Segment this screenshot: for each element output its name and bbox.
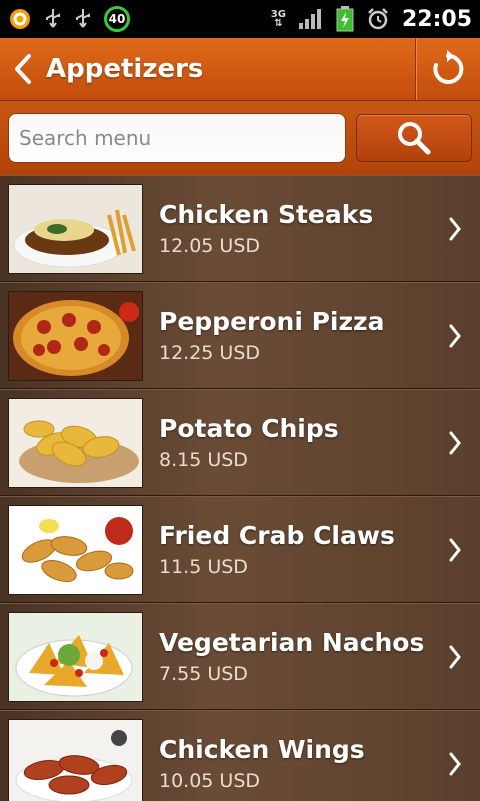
item-price: 12.25 USD: [159, 342, 384, 364]
page-title: Appetizers: [46, 54, 203, 84]
header-bar: Appetizers: [0, 38, 480, 101]
item-name: Chicken Steaks: [159, 200, 373, 229]
usb-icon: [44, 7, 62, 31]
chevron-right-icon: [448, 216, 462, 242]
potato-chips-photo: [8, 398, 143, 488]
search-icon: [396, 120, 432, 156]
fried-crab-claws-photo: [8, 505, 143, 595]
clock-time: 22:05: [402, 7, 472, 32]
battery-charging-icon: [336, 6, 354, 32]
status-bar: 40 3G⇅ 22:05: [0, 0, 480, 38]
chicken-wings-photo: [8, 719, 143, 801]
item-name: Pepperoni Pizza: [159, 307, 384, 336]
item-name: Fried Crab Claws: [159, 521, 395, 550]
back-button[interactable]: [0, 38, 46, 100]
usb-debug-icon: [74, 7, 92, 31]
search-input[interactable]: [8, 113, 346, 163]
alarm-clock-icon: [366, 7, 390, 31]
chevron-right-icon: [448, 323, 462, 349]
chevron-left-icon: [12, 53, 34, 85]
network-type-label: 3G⇅: [271, 10, 286, 28]
pepperoni-pizza-photo: [8, 291, 143, 381]
search-bar: [0, 101, 480, 175]
item-price: 7.55 USD: [159, 663, 424, 685]
item-price: 10.05 USD: [159, 770, 365, 792]
signal-icon: [298, 7, 324, 31]
refresh-button[interactable]: [415, 38, 480, 100]
item-name: Vegetarian Nachos: [159, 628, 424, 657]
vegetarian-nachos-photo: [8, 612, 143, 702]
menu-item[interactable]: Fried Crab Claws 11.5 USD: [0, 496, 480, 603]
menu-item[interactable]: Potato Chips 8.15 USD: [0, 389, 480, 496]
menu-item[interactable]: Chicken Wings 10.05 USD: [0, 710, 480, 801]
item-price: 11.5 USD: [159, 556, 395, 578]
item-price: 8.15 USD: [159, 449, 339, 471]
search-button[interactable]: [356, 114, 472, 162]
menu-item[interactable]: Vegetarian Nachos 7.55 USD: [0, 603, 480, 710]
item-name: Chicken Wings: [159, 735, 365, 764]
menu-list: Chicken Steaks 12.05 USD Pepperoni Pizza…: [0, 175, 480, 801]
chevron-right-icon: [448, 430, 462, 456]
chevron-right-icon: [448, 644, 462, 670]
chevron-right-icon: [448, 751, 462, 777]
chevron-right-icon: [448, 537, 462, 563]
app-notification-icon: [8, 7, 32, 31]
item-price: 12.05 USD: [159, 235, 373, 257]
menu-item[interactable]: Chicken Steaks 12.05 USD: [0, 175, 480, 282]
chicken-steaks-photo: [8, 184, 143, 274]
battery-percent-badge: 40: [104, 6, 130, 32]
refresh-icon: [428, 49, 468, 89]
menu-item[interactable]: Pepperoni Pizza 12.25 USD: [0, 282, 480, 389]
item-name: Potato Chips: [159, 414, 339, 443]
